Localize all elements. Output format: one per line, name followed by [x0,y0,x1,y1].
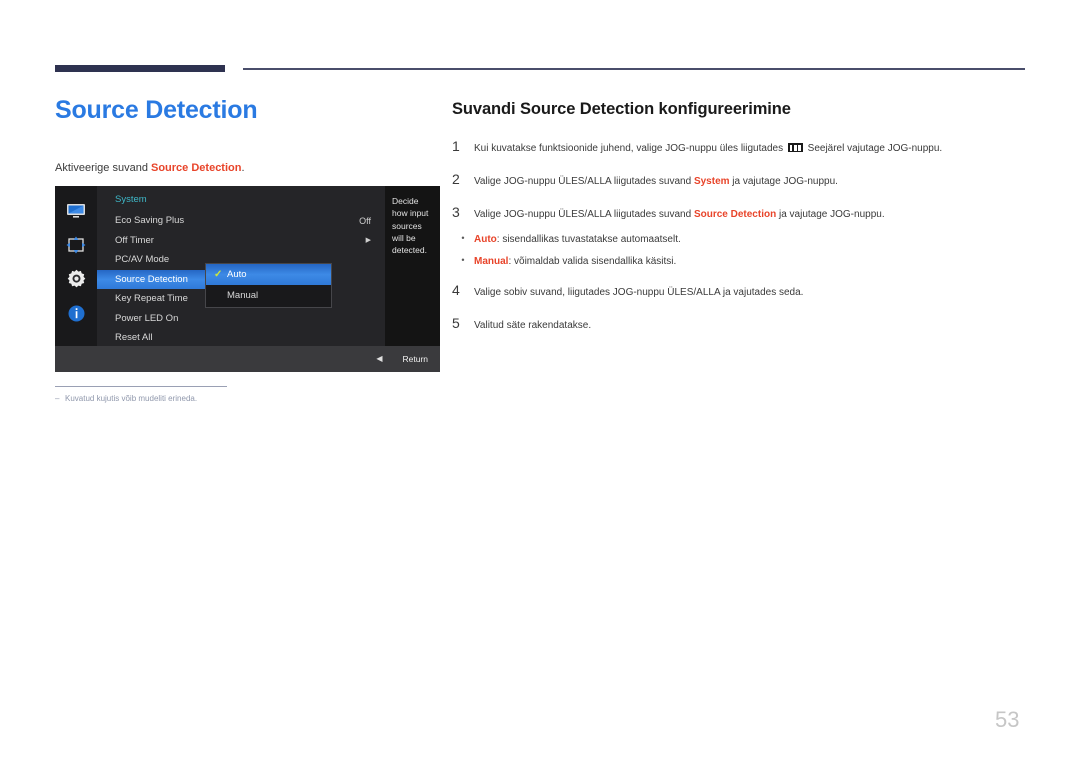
step-item: 2 Valige JOG-nuppu ÜLES/ALLA liigutades … [452,171,1027,189]
step-number: 5 [452,315,460,331]
osd-menu-item[interactable]: Off Timer ▶ [97,231,385,251]
step-number: 1 [452,138,460,154]
bullet-item: • Manual: võimaldab valida sisendallika … [452,254,1027,269]
bullet-list: • Auto: sisendallikas tuvastatakse autom… [452,232,1027,269]
step-text-accent: Source Detection [693,209,777,220]
osd-menu-item[interactable]: Power LED On [97,309,385,329]
bullet-text-accent: Auto [474,234,497,245]
osd-menu-item[interactable]: Reset All [97,328,385,348]
osd-menu-item-label: Off Timer [115,234,154,246]
osd-section-label: System [115,194,147,205]
back-arrow-icon[interactable]: ◀ [376,355,382,363]
step-item: 5 Valitud säte rakendatakse. [452,315,1027,333]
osd-return-label[interactable]: Return [402,354,428,364]
bullet-dot: • [461,233,465,243]
intro-suffix: . [241,162,245,174]
osd-menu-item[interactable]: Eco Saving Plus Off [97,211,385,231]
page-number: 53 [995,707,1020,732]
resize-icon[interactable] [65,234,87,256]
bullet-text-accent: Manual [474,256,509,267]
osd-submenu-item-manual[interactable]: Manual [206,285,331,306]
step-item: 4 Valige sobiv suvand, liigutades JOG-nu… [452,282,1027,300]
check-icon: ✓ [214,268,223,280]
chevron-right-icon: ▶ [365,236,371,244]
monitor-icon[interactable] [65,200,87,222]
osd-menu-item-label: Power LED On [115,312,179,324]
osd-submenu: ✓ Auto Manual [205,263,332,308]
step-text: Valige JOG-nuppu ÜLES/ALLA liigutades su… [474,172,838,189]
bullet-text: Auto: sisendallikas tuvastatakse automaa… [474,232,681,247]
info-icon[interactable] [65,302,87,324]
step-text: Valitud säte rakendatakse. [474,320,592,331]
step-text-part: Kui kuvatakse funktsioonide juhend, vali… [474,143,786,154]
bullet-text-part: : võimaldab valida sisendallika käsitsi. [508,256,677,267]
step-number: 2 [452,171,460,187]
osd-submenu-item-label: Auto [227,269,247,280]
step-text-part: Seejärel vajutage JOG-nuppu. [804,143,943,154]
step-text-accent: System [693,176,730,187]
step-number: 4 [452,282,460,298]
footnote-text: Kuvatud kujutis võib mudeliti erineda. [65,394,198,403]
intro-prefix: Aktiveerige suvand [55,162,151,174]
bullet-item: • Auto: sisendallikas tuvastatakse autom… [452,232,1027,247]
step-text-part: ja vajutage JOG-nuppu. [729,176,838,187]
gear-icon[interactable] [65,268,87,290]
osd-menu-item-value: Off [359,215,371,226]
footnote-dash: – [55,394,60,403]
header-rule-thin [243,68,1025,70]
left-column: Source Detection Aktiveerige suvand Sour… [55,95,435,177]
manual-page: Source Detection Aktiveerige suvand Sour… [0,0,1080,763]
bullet-text: Manual: võimaldab valida sisendallika kä… [474,254,676,269]
osd-sidebar [55,186,97,346]
osd-bottom-bar: ◀ Return [55,346,440,372]
right-column: Suvandi Source Detection konfigureerimin… [452,100,1027,349]
step-text: Valige JOG-nuppu ÜLES/ALLA liigutades su… [474,205,885,222]
step-text-part: Valige JOG-nuppu ÜLES/ALLA liigutades su… [474,176,694,187]
osd-menu-item-label: Reset All [115,332,153,344]
osd-description-panel: Decide how input sources will be detecte… [385,186,440,346]
intro-accent: Source Detection [151,162,242,174]
footnote-rule [55,386,227,387]
osd-submenu-item-auto[interactable]: ✓ Auto [206,264,331,285]
page-title: Source Detection [55,96,258,124]
step-text: Kui kuvatakse funktsioonide juhend, vali… [474,139,942,156]
bullet-text-part: : sisendallikas tuvastatakse automaatsel… [496,234,681,245]
step-number: 3 [452,204,460,220]
step-text-part: Valige JOG-nuppu ÜLES/ALLA liigutades su… [474,209,694,220]
step-text-part: ja vajutage JOG-nuppu. [776,209,885,220]
osd-submenu-item-label: Manual [227,290,259,301]
osd-menu-item-label: Eco Saving Plus [115,215,185,227]
footnote: – Kuvatud kujutis võib mudeliti erineda. [55,394,395,403]
intro-line: Aktiveerige suvand Source Detection. [55,160,435,177]
step-text: Valige sobiv suvand, liigutades JOG-nupp… [474,287,804,298]
menu-keypad-icon [787,143,803,152]
step-item: 1 Kui kuvatakse funktsioonide juhend, va… [452,138,1027,156]
bullet-dot: • [461,255,465,265]
section-title: Suvandi Source Detection konfigureerimin… [452,100,791,118]
step-item: 3 Valige JOG-nuppu ÜLES/ALLA liigutades … [452,204,1027,222]
header-rule-thick [55,65,225,72]
